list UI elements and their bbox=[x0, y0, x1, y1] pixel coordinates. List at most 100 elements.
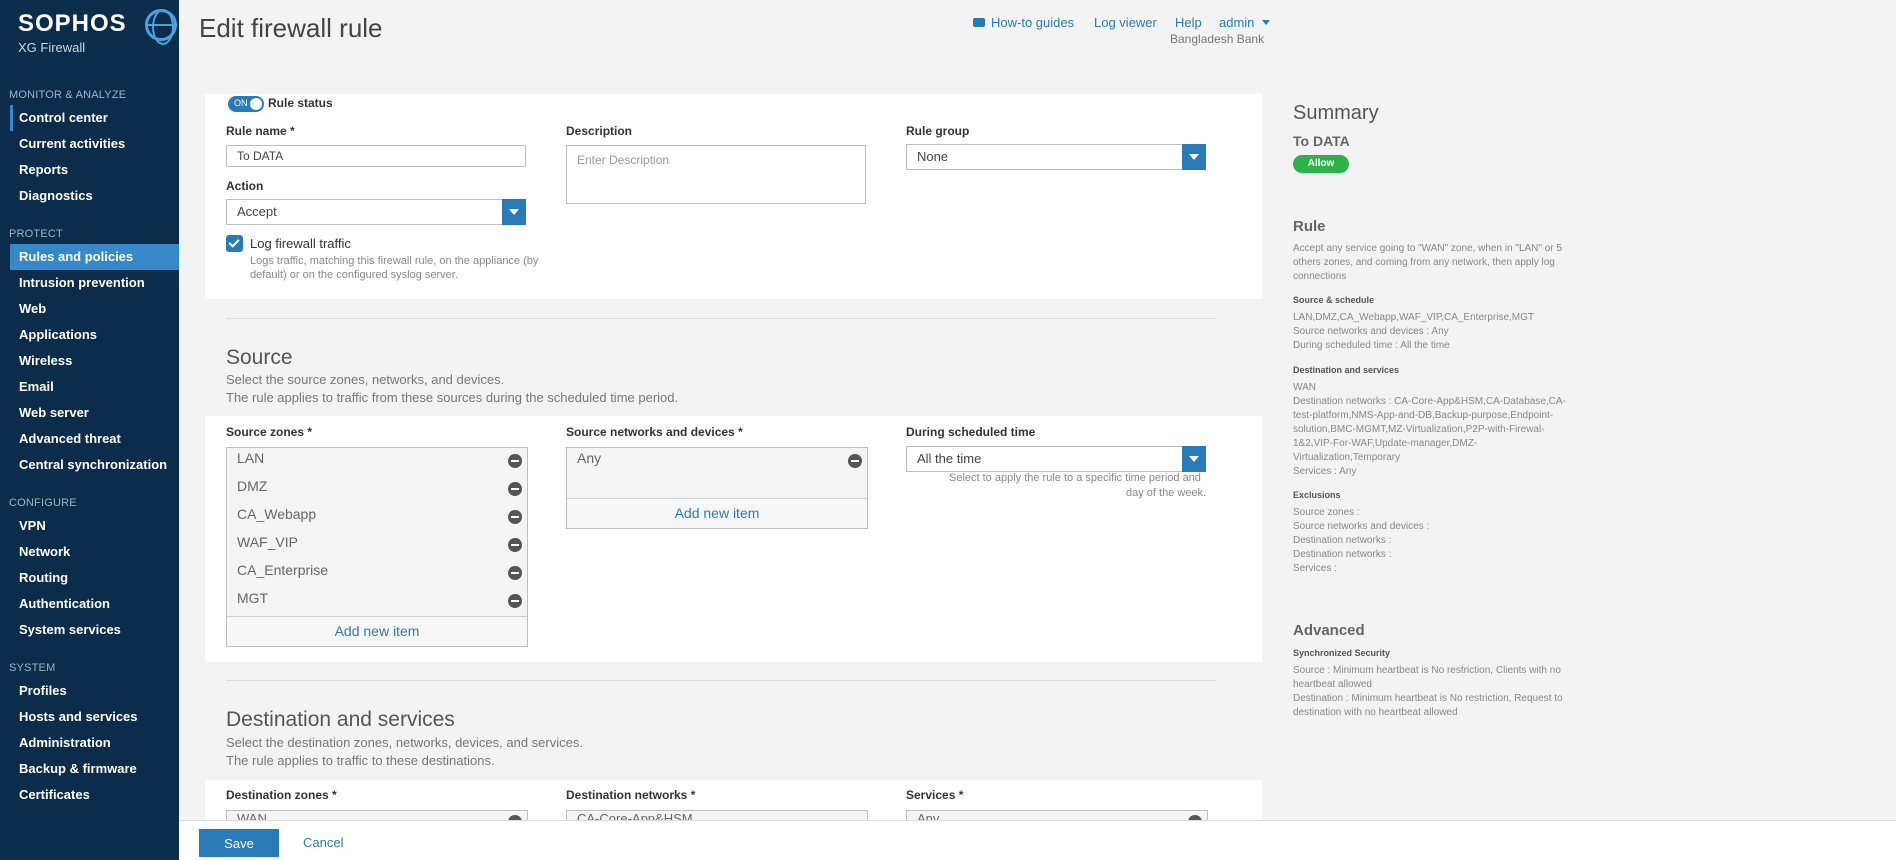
sidebar-item-certificates[interactable]: Certificates bbox=[10, 782, 179, 808]
summary-destination-heading: Destination and services bbox=[1293, 365, 1400, 375]
destination-panel: Destination zones * WAN Destination netw… bbox=[205, 780, 1262, 820]
cancel-button[interactable]: Cancel bbox=[303, 835, 343, 850]
nav-section-configure: CONFIGURE bbox=[9, 497, 77, 509]
sidebar-item-email[interactable]: Email bbox=[10, 374, 179, 400]
summary-destination-text: test-platform,NMS-App-and-DB,Backup-purp… bbox=[1293, 410, 1554, 421]
divider bbox=[226, 680, 1216, 681]
sidebar-item-advanced-threat[interactable]: Advanced threat bbox=[10, 426, 179, 452]
sidebar-item-control-center[interactable]: Control center bbox=[10, 105, 179, 131]
sidebar-item-vpn[interactable]: VPN bbox=[10, 513, 179, 539]
checkmark-icon bbox=[228, 236, 240, 248]
summary-source-text: LAN,DMZ,CA_Webapp,WAF_VIP,CA_Enterprise,… bbox=[1293, 312, 1535, 323]
description-field[interactable]: Enter Description bbox=[566, 145, 866, 204]
destination-desc-line-2: The rule applies to traffic to these des… bbox=[226, 753, 495, 768]
divider bbox=[226, 318, 1216, 319]
sophos-logo[interactable]: SOPHOS XG Firewall bbox=[18, 9, 177, 55]
remove-icon[interactable] bbox=[508, 594, 522, 608]
action-select[interactable]: Accept bbox=[226, 199, 526, 225]
summary-rule-text: others zones, and coming from any networ… bbox=[1293, 257, 1555, 268]
sidebar-item-authentication[interactable]: Authentication bbox=[10, 591, 179, 617]
sidebar-item-administration[interactable]: Administration bbox=[10, 730, 179, 756]
sidebar-item-backup-firmware[interactable]: Backup & firmware bbox=[10, 756, 179, 782]
network-name: CA-Core-App&HSM bbox=[577, 811, 693, 820]
sidebar-item-hosts-and-services[interactable]: Hosts and services bbox=[10, 704, 179, 730]
sidebar-item-wireless[interactable]: Wireless bbox=[10, 348, 179, 374]
source-networks-list: Any Add new item bbox=[566, 447, 868, 529]
source-desc-line-2: The rule applies to traffic from these s… bbox=[226, 390, 679, 405]
add-zone-button[interactable]: Add new item bbox=[227, 616, 527, 646]
footer-bar: Save Cancel bbox=[179, 820, 1896, 860]
remove-icon[interactable] bbox=[508, 538, 522, 552]
zone-name: WAF_VIP bbox=[237, 534, 298, 550]
sidebar-item-web-server[interactable]: Web server bbox=[10, 400, 179, 426]
schedule-help-line-2: day of the week. bbox=[1126, 487, 1207, 499]
summary-rule-text: connections bbox=[1293, 271, 1347, 282]
chevron-down-icon bbox=[1262, 20, 1270, 25]
page-title: Edit firewall rule bbox=[199, 13, 383, 43]
list-item: CA_Webapp bbox=[227, 504, 527, 532]
zone-name: WAN bbox=[237, 811, 267, 820]
admin-menu[interactable]: admin bbox=[1219, 15, 1254, 30]
source-networks-label: Source networks and devices * bbox=[566, 425, 743, 439]
destination-zones-label: Destination zones * bbox=[226, 788, 337, 802]
remove-icon[interactable] bbox=[508, 566, 522, 580]
dropdown-arrow-icon bbox=[1182, 446, 1206, 472]
status-badge: Allow bbox=[1293, 155, 1349, 173]
rule-status-toggle[interactable]: ON bbox=[228, 96, 264, 112]
sidebar-item-routing[interactable]: Routing bbox=[10, 565, 179, 591]
summary-destination-text: 1&2,VIP-For-WAF,Update-manager,DMZ- bbox=[1293, 438, 1478, 449]
summary-exclusions-text: Source zones : bbox=[1293, 507, 1360, 518]
rule-group-select[interactable]: None bbox=[906, 144, 1206, 170]
sidebar-item-current-activities[interactable]: Current activities bbox=[10, 131, 179, 157]
sidebar-item-network[interactable]: Network bbox=[10, 539, 179, 565]
service-name: Any bbox=[917, 811, 940, 820]
sidebar-item-web[interactable]: Web bbox=[10, 296, 179, 322]
destination-networks-list: CA-Core-App&HSM bbox=[566, 810, 868, 820]
services-list: Any bbox=[906, 810, 1208, 820]
summary-advanced-heading: Advanced bbox=[1293, 622, 1365, 639]
zone-name: LAN bbox=[237, 450, 265, 466]
destination-networks-label: Destination networks * bbox=[566, 788, 696, 802]
summary-exclusions-text: Services : bbox=[1293, 563, 1337, 574]
log-viewer-link[interactable]: Log viewer bbox=[1094, 15, 1157, 30]
how-to-guides-link[interactable]: How-to guides bbox=[991, 15, 1074, 30]
summary-destination-text: solution,BMC-MGMT,MZ-Virtualization,P2P-… bbox=[1293, 424, 1545, 435]
sidebar-item-central-synchronization[interactable]: Central synchronization bbox=[10, 452, 179, 478]
schedule-select[interactable]: All the time bbox=[906, 446, 1206, 472]
video-icon bbox=[973, 18, 985, 27]
list-item: DMZ bbox=[227, 476, 527, 504]
rule-name-label: Rule name * bbox=[226, 124, 295, 138]
source-section-title: Source bbox=[226, 346, 293, 369]
nav-section-system: SYSTEM bbox=[9, 662, 56, 674]
summary-exclusions-heading: Exclusions bbox=[1293, 490, 1341, 500]
log-help-line-2: default) or on the configured syslog ser… bbox=[250, 269, 458, 281]
sidebar-item-profiles[interactable]: Profiles bbox=[10, 678, 179, 704]
remove-icon[interactable] bbox=[508, 510, 522, 524]
summary-rule-text: Accept any service going to "WAN" zone, … bbox=[1293, 243, 1562, 254]
add-network-button[interactable]: Add new item bbox=[567, 498, 867, 528]
rule-name-field[interactable]: To DATA bbox=[226, 145, 526, 167]
schedule-label: During scheduled time bbox=[906, 425, 1036, 439]
save-button[interactable]: Save bbox=[199, 829, 279, 857]
sidebar-item-system-services[interactable]: System services bbox=[10, 617, 179, 643]
action-label: Action bbox=[226, 179, 264, 193]
zone-name: CA_Webapp bbox=[237, 506, 317, 522]
sidebar-item-diagnostics[interactable]: Diagnostics bbox=[10, 183, 179, 209]
sidebar: SOPHOS XG Firewall MONITOR & ANALYZE Con… bbox=[0, 0, 179, 860]
summary-rule-heading: Rule bbox=[1293, 218, 1326, 235]
sidebar-item-intrusion-prevention[interactable]: Intrusion prevention bbox=[10, 270, 179, 296]
summary-advanced-text: Source : Minimum heartbeat is No restric… bbox=[1293, 665, 1561, 676]
log-traffic-label: Log firewall traffic bbox=[250, 236, 351, 251]
log-traffic-checkbox[interactable] bbox=[226, 235, 243, 252]
list-item: LAN bbox=[227, 448, 527, 476]
remove-icon[interactable] bbox=[508, 454, 522, 468]
remove-icon[interactable] bbox=[508, 482, 522, 496]
help-link[interactable]: Help bbox=[1175, 15, 1202, 30]
remove-icon[interactable] bbox=[848, 454, 862, 468]
sidebar-item-reports[interactable]: Reports bbox=[10, 157, 179, 183]
sidebar-item-applications[interactable]: Applications bbox=[10, 322, 179, 348]
toggle-state: ON bbox=[234, 98, 248, 108]
summary-destination-text: Virtualization,Temporary bbox=[1293, 452, 1401, 463]
source-desc-line-1: Select the source zones, networks, and d… bbox=[226, 372, 505, 387]
sidebar-item-rules-and-policies[interactable]: Rules and policies bbox=[10, 244, 179, 270]
